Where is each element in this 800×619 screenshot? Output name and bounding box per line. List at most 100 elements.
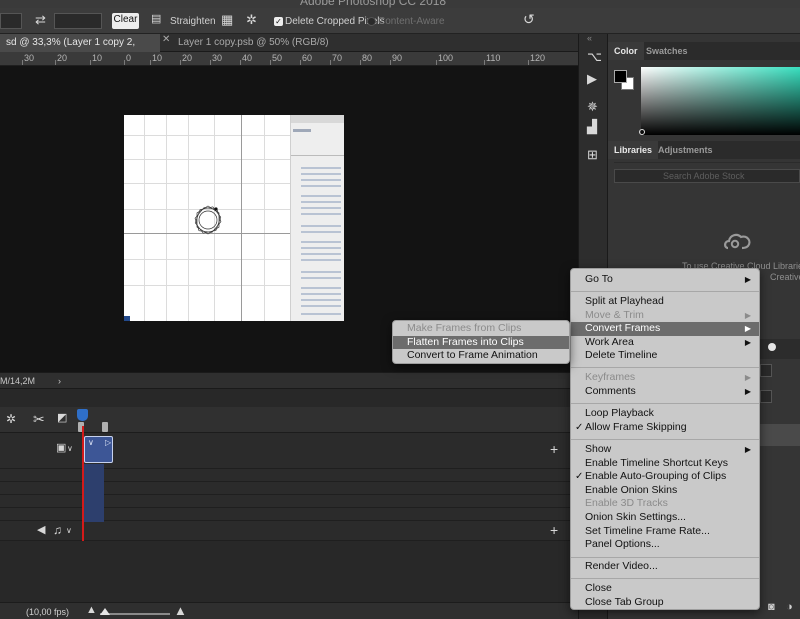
menu-item-enable-timeline-shortcut-keys[interactable]: Enable Timeline Shortcut Keys <box>571 457 759 471</box>
content-aware-checkbox[interactable] <box>367 17 376 26</box>
menu-item-set-timeline-frame-rate[interactable]: Set Timeline Frame Rate... <box>571 525 759 539</box>
window-titlebar: Adobe Photoshop CC 2018 <box>0 0 800 8</box>
timeline-panel: ✲ ✂ ◩ ▣ ∨ + ◀ ♫ ∨ + ∨ ▷ (10,00 fps) ▲ ▲ <box>0 388 578 619</box>
menu-item-delete-timeline[interactable]: Delete Timeline <box>571 349 759 363</box>
menu-item-close-tab-group[interactable]: Close Tab Group <box>571 596 759 610</box>
submenu-arrow-icon: ▶ <box>744 373 751 382</box>
menu-item-enable-auto-grouping[interactable]: ✓ Enable Auto-Grouping of Clips <box>571 470 759 484</box>
color-panel-tabs: Color Swatches <box>608 42 800 60</box>
ruler-label: 30 <box>24 53 35 63</box>
menu-item-convert-frames[interactable]: Convert Frames ▶ <box>571 322 759 336</box>
gear-icon[interactable]: ✲ <box>6 413 16 425</box>
reset-icon[interactable]: ↺ <box>523 12 535 26</box>
color-picker-cursor[interactable] <box>639 129 645 135</box>
foreground-color-swatch[interactable] <box>614 70 627 83</box>
menu-item-work-area[interactable]: Work Area ▶ <box>571 336 759 350</box>
swap-icon[interactable]: ⇄ <box>35 13 46 26</box>
collapse-icon[interactable]: « <box>587 34 592 43</box>
plus-icon[interactable]: + <box>550 523 558 537</box>
submenu-arrow-icon: ▶ <box>744 386 751 396</box>
adjustment-layer-icon[interactable]: ◑ <box>786 601 793 613</box>
checkmark-icon: ✓ <box>575 471 584 483</box>
submenu-arrow-icon: ▶ <box>744 275 751 284</box>
search-placeholder: Search Adobe Stock <box>663 171 745 181</box>
ruler-label: 120 <box>530 53 546 63</box>
ruler-label: 50 <box>272 53 283 63</box>
ruler-label: 10 <box>92 53 103 63</box>
horizontal-ruler: 30 20 10 0 10 20 30 40 50 60 70 80 90 10… <box>0 52 578 66</box>
menu-item-go-to[interactable]: Go To ▶ <box>571 273 759 287</box>
menu-item-comments[interactable]: Comments ▶ <box>571 385 759 399</box>
audio-track-row: ◀ ♫ ∨ + <box>0 521 578 541</box>
ruler-label: 20 <box>57 53 68 63</box>
doc-tab-inactive[interactable]: Layer 1 copy.psb @ 50% (RGB/8) <box>160 34 340 52</box>
ruler-label: 10 <box>152 53 163 63</box>
overlay-grid-icon[interactable]: ▦ <box>221 13 233 26</box>
menu-item-loop-playback[interactable]: Loop Playback <box>571 407 759 421</box>
histogram-icon[interactable]: ▟ <box>587 120 597 133</box>
status-menu-arrow-icon[interactable]: › <box>58 376 61 386</box>
properties-icon[interactable]: ⊞ <box>587 148 598 161</box>
speaker-icon[interactable]: ◀ <box>37 525 45 536</box>
document-tabbar: sd @ 33,3% (Layer 1 copy 2, RGB/8) * ✕ L… <box>0 34 578 66</box>
chevron-down-icon[interactable]: ∨ <box>66 527 72 535</box>
zoom-slider-track[interactable] <box>100 613 170 615</box>
straighten-icon[interactable]: ▤ <box>151 14 161 25</box>
chevron-down-icon[interactable]: ∨ <box>88 438 94 447</box>
submenu-arrow-icon: ▶ <box>744 337 751 347</box>
libraries-panel-tabs: Libraries Adjustments <box>608 141 800 159</box>
zoom-slider-thumb[interactable] <box>100 608 110 615</box>
creative-cloud-icon <box>724 233 751 250</box>
ruler-label: 100 <box>438 53 454 63</box>
plus-icon[interactable]: + <box>550 442 558 456</box>
work-area-end-handle[interactable] <box>102 422 108 432</box>
playhead-line <box>82 426 84 541</box>
document-canvas[interactable] <box>124 115 344 321</box>
history-icon[interactable]: ⌥ <box>587 50 602 63</box>
menu-item-close[interactable]: Close <box>571 582 759 596</box>
ruler-label: 80 <box>362 53 373 63</box>
menu-item-enable-onion-skins[interactable]: Enable Onion Skins <box>571 484 759 498</box>
scissors-icon[interactable]: ✂ <box>33 412 45 426</box>
music-note-icon[interactable]: ♫ <box>53 524 62 536</box>
gear-icon[interactable]: ✲ <box>246 13 257 26</box>
libraries-message: Creative Cloud <box>770 272 800 282</box>
ruler-label: 70 <box>332 53 343 63</box>
transition-icon[interactable]: ◩ <box>57 413 67 424</box>
play-icon[interactable]: ▷ <box>105 438 111 447</box>
doc-tab-active[interactable]: sd @ 33,3% (Layer 1 copy 2, RGB/8) * <box>0 34 160 66</box>
zoom-out-icon[interactable]: ▲ <box>86 605 97 616</box>
tab-adjustments[interactable]: Adjustments <box>652 141 719 159</box>
menu-item-flatten-frames-into-clips[interactable]: Flatten Frames into Clips <box>393 335 569 350</box>
tab-swatches[interactable]: Swatches <box>640 42 694 60</box>
play-icon[interactable]: ▶ <box>587 72 597 85</box>
menu-item-enable-3d-tracks: Enable 3D Tracks <box>585 497 668 510</box>
timeline-footer: (10,00 fps) ▲ ▲ <box>0 602 578 619</box>
playhead-handle[interactable] <box>77 409 88 421</box>
tab-color[interactable]: Color <box>608 42 644 60</box>
tab-libraries[interactable]: Libraries <box>608 141 659 159</box>
adobe-stock-search-input[interactable]: Search Adobe Stock <box>614 169 800 183</box>
content-aware-label: Content-Aware <box>378 16 445 27</box>
menu-item-split-at-playhead[interactable]: Split at Playhead <box>571 295 759 309</box>
menu-item-onion-skin-settings[interactable]: Onion Skin Settings... <box>571 511 759 525</box>
menu-item-render-video[interactable]: Render Video... <box>571 560 759 574</box>
color-spectrum-field[interactable] <box>641 67 800 135</box>
height-field[interactable] <box>54 13 102 29</box>
clear-button[interactable]: Clear <box>112 13 139 29</box>
zoom-in-icon[interactable]: ▲ <box>174 604 187 617</box>
straighten-label[interactable]: Straighten <box>170 16 216 27</box>
menu-item-panel-options[interactable]: Panel Options... <box>571 538 759 552</box>
film-icon[interactable]: ▣ <box>56 443 66 454</box>
video-clip[interactable]: ∨ ▷ <box>84 436 113 463</box>
menu-item-allow-frame-skipping[interactable]: ✓ Allow Frame Skipping <box>571 421 759 435</box>
menu-item-convert-to-frame-animation[interactable]: Convert to Frame Animation <box>393 349 569 363</box>
brush-settings-icon[interactable]: ✵ <box>587 100 598 113</box>
chevron-down-icon[interactable]: ∨ <box>67 445 73 453</box>
ruler-label: 30 <box>212 53 223 63</box>
timeline-flyout-menu: Go To ▶ Split at Playhead Move & Trim ▶ Co… <box>570 268 760 610</box>
delete-cropped-checkbox[interactable]: ✓ <box>274 17 283 26</box>
mask-icon[interactable]: ◙ <box>768 601 775 613</box>
menu-item-show[interactable]: Show ▶ <box>571 443 759 457</box>
width-field[interactable] <box>0 13 22 29</box>
